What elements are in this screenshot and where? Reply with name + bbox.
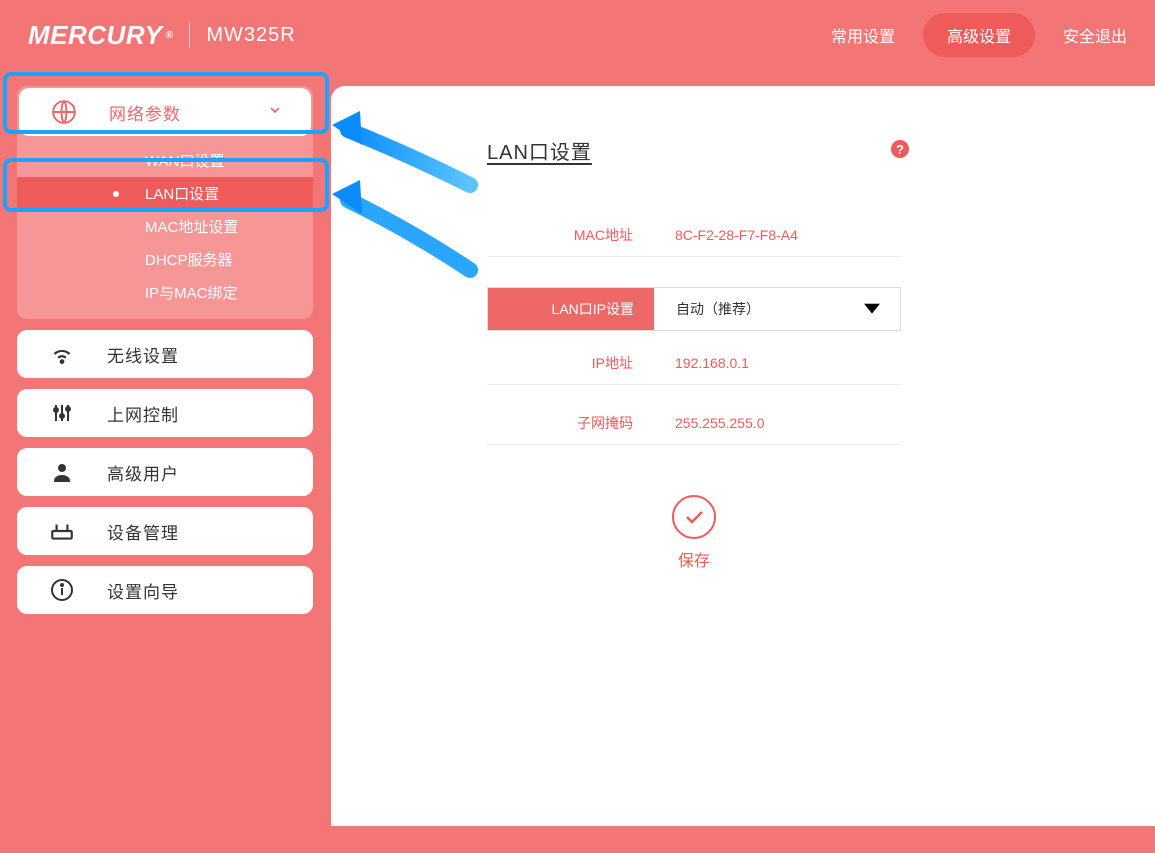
chevron-down-icon: [267, 102, 283, 123]
reg-mark: ®: [165, 30, 173, 41]
sidebar-item-advuser[interactable]: 高级用户: [17, 448, 313, 496]
sliders-icon: [49, 400, 75, 426]
sidebar-head-network[interactable]: 网络参数: [19, 88, 311, 136]
value-ip: 192.168.0.1: [653, 355, 901, 371]
sidebar-label-wizard: 设置向导: [107, 578, 179, 603]
nav-advanced-settings[interactable]: 高级设置: [923, 13, 1035, 57]
field-mask: 子网掩码 255.255.255.0: [487, 401, 901, 445]
field-ip: IP地址 192.168.0.1: [487, 341, 901, 385]
sidebar-item-device[interactable]: 设备管理: [17, 507, 313, 555]
value-mask: 255.255.255.0: [653, 415, 901, 431]
sidebar: 网络参数 WAN口设置 LAN口设置 MAC地址设置 DHCP服务器 IP与MA…: [17, 70, 313, 826]
save-button[interactable]: [672, 495, 716, 539]
header-nav: 常用设置 高级设置 安全退出: [831, 13, 1127, 57]
sidebar-item-parental[interactable]: 上网控制: [17, 389, 313, 437]
header-divider: [189, 22, 190, 48]
brand-text: MERCURY: [28, 20, 162, 51]
submenu-item-mac[interactable]: MAC地址设置: [17, 210, 313, 243]
user-icon: [49, 459, 75, 485]
sidebar-label-network: 网络参数: [109, 100, 181, 125]
brand-logo: MERCURY®: [28, 20, 173, 51]
label-ip: IP地址: [487, 353, 653, 373]
app-header: MERCURY® MW325R 常用设置 高级设置 安全退出: [0, 0, 1155, 70]
nav-common-settings[interactable]: 常用设置: [831, 23, 895, 47]
submenu-item-wan[interactable]: WAN口设置: [17, 144, 313, 177]
field-lanip-select[interactable]: LAN口IP设置 自动（推荐）: [487, 287, 901, 331]
submenu-item-lan[interactable]: LAN口设置: [17, 177, 313, 210]
save-label: 保存: [678, 547, 710, 571]
save-area: 保存: [487, 495, 901, 571]
sidebar-label-device: 设备管理: [107, 519, 179, 544]
nav-logout[interactable]: 安全退出: [1063, 23, 1127, 47]
sidebar-item-wizard[interactable]: 设置向导: [17, 566, 313, 614]
globe-icon: [51, 99, 77, 125]
wifi-icon: [49, 341, 75, 367]
submenu-item-dhcp[interactable]: DHCP服务器: [17, 243, 313, 276]
help-icon[interactable]: ?: [891, 140, 909, 158]
label-mac: MAC地址: [487, 225, 653, 245]
info-icon: [49, 577, 75, 603]
label-mask: 子网掩码: [487, 413, 653, 433]
value-lanip: 自动（推荐）: [676, 299, 760, 319]
sidebar-item-network[interactable]: 网络参数 WAN口设置 LAN口设置 MAC地址设置 DHCP服务器 IP与MA…: [17, 86, 313, 319]
router-icon: [49, 518, 75, 544]
label-lanip: LAN口IP设置: [488, 288, 654, 330]
field-mac: MAC地址 8C-F2-28-F7-F8-A4: [487, 213, 901, 257]
submenu-network: WAN口设置 LAN口设置 MAC地址设置 DHCP服务器 IP与MAC绑定: [17, 138, 313, 319]
sidebar-item-wireless[interactable]: 无线设置: [17, 330, 313, 378]
submenu-item-ipmac[interactable]: IP与MAC绑定: [17, 276, 313, 309]
sidebar-label-wireless: 无线设置: [107, 342, 179, 367]
sidebar-label-advuser: 高级用户: [107, 460, 179, 485]
value-mac: 8C-F2-28-F7-F8-A4: [653, 227, 901, 243]
dropdown-triangle-icon: [864, 303, 880, 319]
select-lanip[interactable]: 自动（推荐）: [654, 288, 900, 330]
content-panel: LAN口设置 ? MAC地址 8C-F2-28-F7-F8-A4 LAN口IP设…: [331, 86, 1155, 826]
page-title: LAN口设置: [487, 136, 1075, 165]
sidebar-label-parental: 上网控制: [107, 401, 179, 426]
model-label: MW325R: [206, 24, 295, 47]
